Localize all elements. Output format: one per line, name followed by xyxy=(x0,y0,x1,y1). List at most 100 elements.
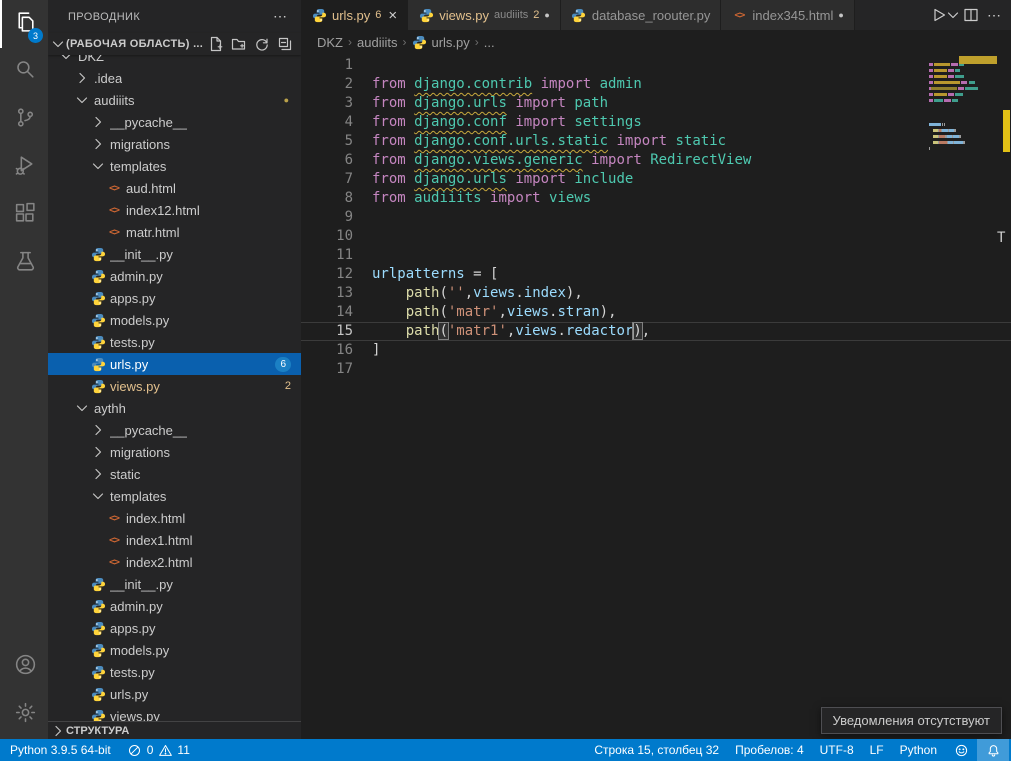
code-token: 'matr' xyxy=(448,304,499,320)
line-number: 16 xyxy=(301,341,353,360)
tree-item-static[interactable]: static xyxy=(48,463,301,485)
tree-item-index12.html[interactable]: <>index12.html xyxy=(48,199,301,221)
outline-section-header[interactable]: СТРУКТУРА xyxy=(48,721,301,739)
breadcrumb: DKZ›audiiits›urls.py›... xyxy=(301,30,1011,54)
tree-item-label: urls.py xyxy=(110,357,148,372)
tab-urls.py[interactable]: urls.py6× xyxy=(301,0,408,30)
chevron-down-icon xyxy=(74,400,90,416)
tree-item-__pycache__[interactable]: __pycache__ xyxy=(48,111,301,133)
status-problems[interactable]: 011 xyxy=(119,739,198,761)
tree-item-admin.py[interactable]: admin.py xyxy=(48,595,301,617)
code-token: import xyxy=(616,133,667,149)
close-icon[interactable]: × xyxy=(388,8,397,23)
tree-item-templates[interactable]: templates xyxy=(48,155,301,177)
tree-item-apps.py[interactable]: apps.py xyxy=(48,287,301,309)
activity-bar-item-search[interactable] xyxy=(0,48,48,96)
breadcrumb-item-audiiits[interactable]: audiiits xyxy=(357,35,397,50)
explorer-more-actions-icon[interactable]: ⋯ xyxy=(273,8,287,25)
tab-database_roouter.py[interactable]: database_roouter.py xyxy=(561,0,722,30)
vscode-window: 3 ПРОВОДНИК ⋯ (РАБОЧАЯ ОБЛАСТЬ) ... DKZ.… xyxy=(0,0,1011,761)
activity-bar-item-testing[interactable] xyxy=(0,240,48,288)
tree-item-apps.py[interactable]: apps.py xyxy=(48,617,301,639)
code-token xyxy=(406,152,414,168)
error-icon xyxy=(127,742,143,758)
breadcrumb-separator: › xyxy=(475,35,479,49)
breadcrumb-item-urls.py[interactable]: urls.py xyxy=(411,34,469,50)
status-bar: Python 3.9.5 64-bit011 Строка 15, столбе… xyxy=(0,739,1011,761)
activity-bar-item-accounts[interactable] xyxy=(0,643,48,691)
status-feedback[interactable] xyxy=(945,739,977,761)
status-python-interpreter[interactable]: Python 3.9.5 64-bit xyxy=(2,739,119,761)
tree-item-aythh[interactable]: aythh xyxy=(48,397,301,419)
activity-bar-item-explorer[interactable]: 3 xyxy=(0,0,48,48)
tree-item-matr.html[interactable]: <>matr.html xyxy=(48,221,301,243)
status-language-mode[interactable]: Python xyxy=(892,739,945,761)
status-eol[interactable]: LF xyxy=(862,739,892,761)
tree-item-index2.html[interactable]: <>index2.html xyxy=(48,551,301,573)
tree-item-index.html[interactable]: <>index.html xyxy=(48,507,301,529)
tree-item-__pycache__[interactable]: __pycache__ xyxy=(48,419,301,441)
activity-bar-item-settings[interactable] xyxy=(0,691,48,739)
status-label: Python xyxy=(900,743,937,757)
split-editor-button[interactable] xyxy=(960,4,982,26)
tree-item-__init__.py[interactable]: __init__.py xyxy=(48,573,301,595)
line-number: 9 xyxy=(301,208,353,227)
tree-item-views.py[interactable]: views.py xyxy=(48,705,301,721)
tree-item-models.py[interactable]: models.py xyxy=(48,309,301,331)
workspace-section-header[interactable]: (РАБОЧАЯ ОБЛАСТЬ) ... xyxy=(48,33,301,55)
breadcrumb-item-...[interactable]: ... xyxy=(484,35,495,50)
line-number: 17 xyxy=(301,360,353,379)
tree-item-templates[interactable]: templates xyxy=(48,485,301,507)
html-icon: <> xyxy=(106,554,122,570)
file-tree-inner: DKZ.ideaaudiiits●__pycache__migrationste… xyxy=(48,55,301,721)
status-indentation[interactable]: Пробелов: 4 xyxy=(727,739,812,761)
source-control-icon xyxy=(13,105,38,135)
status-cursor-position[interactable]: Строка 15, столбец 32 xyxy=(586,739,727,761)
tree-item-migrations[interactable]: migrations xyxy=(48,133,301,155)
tree-item-.idea[interactable]: .idea xyxy=(48,67,301,89)
code-token: index xyxy=(524,285,566,301)
status-encoding[interactable]: UTF-8 xyxy=(812,739,862,761)
activity-bar-item-run-debug[interactable] xyxy=(0,144,48,192)
tree-item-urls.py[interactable]: urls.py xyxy=(48,683,301,705)
new-file-button[interactable] xyxy=(206,34,226,54)
line-number: 6 xyxy=(301,151,353,170)
tree-item-index1.html[interactable]: <>index1.html xyxy=(48,529,301,551)
tree-item-migrations[interactable]: migrations xyxy=(48,441,301,463)
code-token: views xyxy=(473,285,515,301)
refresh-button[interactable] xyxy=(252,34,272,54)
split-editor-icon xyxy=(963,7,979,23)
tree-item-admin.py[interactable]: admin.py xyxy=(48,265,301,287)
breadcrumb-label: ... xyxy=(484,35,495,50)
tab-index345.html[interactable]: <>index345.html● xyxy=(721,0,854,30)
line-content: from django.conf import settings xyxy=(372,113,642,132)
minimap[interactable] xyxy=(929,55,997,157)
collapse-all-button[interactable] xyxy=(275,34,295,54)
tree-item-models.py[interactable]: models.py xyxy=(48,639,301,661)
tree-item-audiiits[interactable]: audiiits● xyxy=(48,89,301,111)
new-folder-button[interactable] xyxy=(229,34,249,54)
status-bar-left: Python 3.9.5 64-bit011 xyxy=(0,739,198,761)
tree-item-DKZ[interactable]: DKZ xyxy=(48,55,301,67)
tree-item-tests.py[interactable]: tests.py xyxy=(48,331,301,353)
minimap-highlight xyxy=(959,56,997,64)
more-actions-button[interactable]: ⋯ xyxy=(983,4,1005,26)
tree-item-__init__.py[interactable]: __init__.py xyxy=(48,243,301,265)
status-notifications-bell[interactable] xyxy=(977,739,1009,761)
run-dropdown-button[interactable] xyxy=(947,4,959,26)
code-line-5: 5from django.conf.urls.static import sta… xyxy=(301,132,1011,151)
code-token xyxy=(591,76,599,92)
editor-pane[interactable]: 12from django.contrib import admin3from … xyxy=(301,54,1011,739)
outline-section-label: СТРУКТУРА xyxy=(66,725,129,737)
tree-item-aud.html[interactable]: <>aud.html xyxy=(48,177,301,199)
tree-item-tests.py[interactable]: tests.py xyxy=(48,661,301,683)
tree-item-urls.py[interactable]: urls.py6 xyxy=(48,353,301,375)
tab-views.py[interactable]: views.pyaudiiits2● xyxy=(408,0,561,30)
python-icon xyxy=(90,312,106,328)
activity-bar-item-extensions[interactable] xyxy=(0,192,48,240)
breadcrumb-item-DKZ[interactable]: DKZ xyxy=(317,35,343,50)
activity-bar-item-source-control[interactable] xyxy=(0,96,48,144)
code-area[interactable]: 12from django.contrib import admin3from … xyxy=(301,56,1011,379)
line-number: 10 xyxy=(301,227,353,246)
tree-item-views.py[interactable]: views.py2 xyxy=(48,375,301,397)
